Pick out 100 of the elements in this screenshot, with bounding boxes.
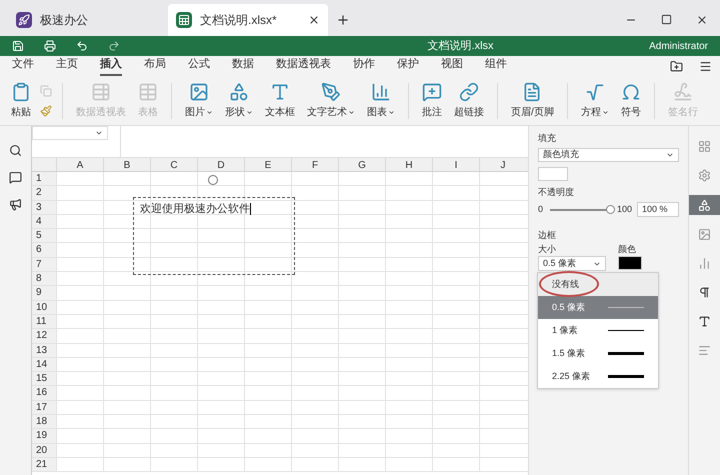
row-header[interactable]: 6 [32, 243, 56, 257]
ribbon-button[interactable]: 文字艺术 [304, 82, 358, 120]
menu-tab[interactable]: 公式 [188, 56, 210, 76]
column-header[interactable]: A [56, 158, 103, 171]
paragraph-icon[interactable] [698, 286, 711, 299]
ribbon-button[interactable]: 图表 [364, 82, 398, 120]
caret-icon [246, 108, 253, 116]
ribbon-button[interactable]: 批注 [419, 82, 445, 120]
ribbon-button[interactable]: 页眉/页脚 [508, 82, 557, 120]
row-header[interactable]: 17 [32, 400, 56, 414]
user-name: Administrator [649, 40, 708, 54]
row-header[interactable]: 10 [32, 300, 56, 314]
close-icon[interactable] [308, 14, 320, 26]
close-icon[interactable] [696, 14, 708, 26]
align-icon[interactable] [698, 344, 711, 357]
comment-icon[interactable] [9, 171, 22, 184]
fill-color-dropdown[interactable] [538, 166, 568, 180]
menu-tab[interactable]: 视图 [441, 56, 463, 76]
opacity-field[interactable]: 100 % [637, 202, 679, 217]
text-art-icon[interactable] [698, 315, 711, 328]
menu-tab[interactable]: 协作 [353, 56, 375, 76]
caret-icon [348, 108, 355, 116]
line-size-option[interactable]: 2.25 像素 [538, 365, 658, 388]
row-header[interactable]: 8 [32, 272, 56, 286]
line-size-option[interactable]: 没有线 [538, 273, 658, 296]
row-header[interactable]: 13 [32, 344, 56, 357]
column-header[interactable]: D [197, 158, 244, 171]
menu-tab[interactable]: 组件 [485, 56, 507, 76]
image-settings-icon[interactable] [698, 228, 711, 241]
line-size-option[interactable]: 1 像素 [538, 319, 658, 342]
row-header[interactable]: 4 [32, 214, 56, 228]
row-header[interactable]: 20 [32, 444, 56, 457]
row-header[interactable]: 12 [32, 329, 56, 343]
row-header[interactable]: 2 [32, 186, 56, 200]
row-header[interactable]: 16 [32, 386, 56, 400]
menu-tab[interactable]: 文件 [12, 56, 34, 76]
menu-tab[interactable]: 数据透视表 [276, 56, 331, 76]
column-header[interactable]: E [244, 158, 291, 171]
menu-tab[interactable]: 保护 [397, 56, 419, 76]
redo-icon[interactable] [108, 40, 120, 52]
fill-type-dropdown[interactable]: 颜色填充 [538, 148, 679, 162]
row-header[interactable]: 5 [32, 229, 56, 242]
column-header[interactable]: I [432, 158, 479, 171]
slider-min: 0 [538, 202, 544, 216]
column-header[interactable]: B [103, 158, 150, 171]
document-tab[interactable]: 文档说明.xlsx* [168, 4, 328, 36]
comment-icon [422, 82, 442, 102]
caret-icon [206, 108, 213, 116]
ribbon-button[interactable]: 图片 [182, 82, 216, 120]
column-header[interactable]: G [338, 158, 385, 171]
column-header[interactable]: F [291, 158, 338, 171]
ribbon-button[interactable]: 超链接 [451, 82, 487, 120]
row-header[interactable]: 7 [32, 258, 56, 272]
line-sample [608, 352, 644, 355]
undo-icon[interactable] [76, 40, 88, 52]
folder-icon[interactable] [670, 60, 683, 72]
chart-settings-icon[interactable] [698, 257, 711, 270]
opacity-slider[interactable] [547, 204, 614, 214]
border-color-swatch[interactable] [618, 256, 642, 270]
row-header[interactable]: 11 [32, 314, 56, 328]
ribbon-button[interactable]: 形状 [222, 82, 256, 120]
line-size-option[interactable]: 1.5 像素 [538, 342, 658, 365]
cell-settings-icon[interactable] [698, 140, 711, 153]
row-header[interactable]: 14 [32, 358, 56, 372]
shape-icon [229, 82, 249, 102]
row-header[interactable]: 15 [32, 372, 56, 386]
column-header[interactable]: J [479, 158, 526, 171]
color-label: 颜色 [618, 242, 637, 256]
ribbon-button[interactable]: 文本框 [262, 82, 298, 120]
equation-icon [584, 82, 605, 102]
row-header[interactable]: 19 [32, 429, 56, 443]
column-header[interactable]: H [385, 158, 432, 171]
shape-settings-icon[interactable] [698, 198, 711, 212]
megaphone-icon[interactable] [9, 198, 22, 211]
search-icon[interactable] [9, 144, 22, 157]
menu-tab[interactable]: 布局 [144, 56, 166, 76]
menu-tab[interactable]: 数据 [232, 56, 254, 76]
menu-tab[interactable]: 主页 [56, 56, 78, 76]
size-dropdown[interactable]: 0.5 像素 [538, 256, 606, 271]
slider-thumb[interactable] [606, 204, 616, 214]
save-icon[interactable] [12, 40, 24, 52]
ribbon-button[interactable]: 粘贴 [8, 82, 34, 120]
row-header[interactable]: 3 [32, 200, 56, 214]
column-header[interactable]: C [150, 158, 197, 171]
spreadsheet-icon [176, 12, 192, 28]
ribbon-button[interactable]: 方程 [578, 82, 612, 120]
row-header[interactable]: 21 [32, 458, 56, 472]
row-header[interactable]: 1 [32, 172, 56, 186]
maximize-icon[interactable] [661, 14, 672, 25]
ribbon-button[interactable]: 符号 [618, 82, 644, 120]
new-tab-icon[interactable] [336, 13, 350, 27]
print-icon[interactable] [44, 40, 56, 52]
settings-icon[interactable] [698, 169, 711, 182]
menu-icon[interactable] [699, 60, 712, 72]
line-size-option[interactable]: 0.5 像素 [538, 296, 658, 319]
row-header[interactable]: 18 [32, 415, 56, 428]
text-box[interactable]: 欢迎使用极速办公软件 [133, 197, 295, 275]
row-header[interactable]: 9 [32, 286, 56, 300]
rotate-handle-icon[interactable] [208, 175, 218, 185]
document-tab[interactable]: 极速办公 [8, 4, 168, 36]
